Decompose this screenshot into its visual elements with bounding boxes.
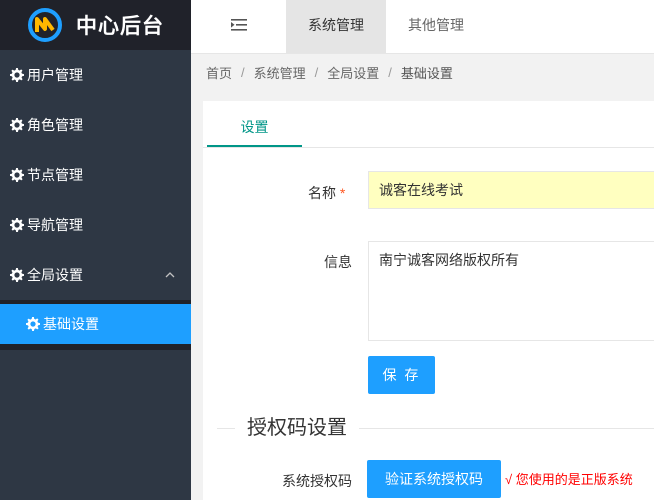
divider	[217, 428, 235, 429]
brand-title: 中心后台	[76, 15, 164, 38]
gear-icon	[10, 68, 24, 82]
sidebar-item-label: 用户管理	[27, 67, 83, 83]
sidebar-item-label: 角色管理	[27, 117, 83, 133]
sidebar-item-label: 基础设置	[43, 316, 99, 332]
menu-fold-icon[interactable]	[231, 18, 247, 32]
gear-icon	[10, 218, 24, 232]
brand-logo-icon	[28, 8, 62, 42]
name-label: 名称 *	[308, 183, 345, 203]
required-mark: *	[339, 185, 346, 201]
name-label-text: 名称	[308, 185, 336, 201]
section-title: 授权码设置	[247, 417, 347, 439]
breadcrumb-separator: /	[388, 64, 392, 80]
gear-icon	[10, 168, 24, 182]
breadcrumb-system[interactable]: 系统管理	[254, 63, 306, 82]
sidebar-item-navigation[interactable]: 导航管理	[0, 200, 191, 250]
sidebar-item-label: 导航管理	[27, 217, 83, 233]
sidebar-item-label: 全局设置	[27, 267, 83, 283]
breadcrumb-separator: /	[241, 64, 245, 80]
name-input[interactable]	[368, 171, 654, 209]
content-tabs: 设置	[203, 101, 654, 148]
chevron-up-icon	[165, 272, 175, 278]
breadcrumb: 首页 / 系统管理 / 全局设置 / 基础设置	[191, 54, 654, 90]
sidebar-item-basic-settings[interactable]: 基础设置	[0, 304, 191, 344]
brand: 中心后台	[0, 0, 191, 50]
gear-icon	[10, 118, 24, 132]
submenu: 基础设置	[0, 300, 191, 350]
breadcrumb-separator: /	[314, 64, 319, 80]
info-textarea[interactable]: 南宁诚客网络版权所有	[368, 241, 654, 341]
breadcrumb-global-settings[interactable]: 全局设置	[327, 63, 379, 82]
sidebar-item-users[interactable]: 用户管理	[0, 50, 191, 100]
breadcrumb-home[interactable]: 首页	[206, 63, 232, 82]
verify-auth-code-button[interactable]: 验证系统授权码	[367, 460, 501, 498]
gear-icon	[10, 268, 24, 282]
save-button[interactable]: 保 存	[368, 356, 435, 394]
breadcrumb-current: 基础设置	[400, 65, 453, 81]
tab-system-management[interactable]: 系统管理	[286, 0, 386, 53]
sidebar-item-label: 节点管理	[27, 167, 83, 183]
tab-settings[interactable]: 设置	[207, 101, 302, 147]
sidebar-item-nodes[interactable]: 节点管理	[0, 150, 191, 200]
divider	[359, 428, 654, 429]
sidebar: 中心后台 用户管理 角色管理 节点管理 导航管理 全局设置 基础设置	[0, 0, 191, 500]
auth-code-label: 系统授权码	[282, 473, 352, 489]
auth-section-header: 授权码设置	[217, 415, 654, 441]
info-label: 信息	[324, 254, 352, 270]
sidebar-item-global-settings[interactable]: 全局设置	[0, 250, 191, 300]
sidebar-item-roles[interactable]: 角色管理	[0, 100, 191, 150]
settings-card: 设置 名称 * 信息 南宁诚客网络版权所有 保 存 授权码设置 系统授权码 验证…	[203, 101, 654, 500]
tab-other-management[interactable]: 其他管理	[396, 0, 476, 53]
top-navbar: 系统管理 其他管理	[191, 0, 654, 54]
license-status: √ 您使用的是正版系统	[505, 472, 633, 487]
gear-icon	[26, 317, 40, 331]
